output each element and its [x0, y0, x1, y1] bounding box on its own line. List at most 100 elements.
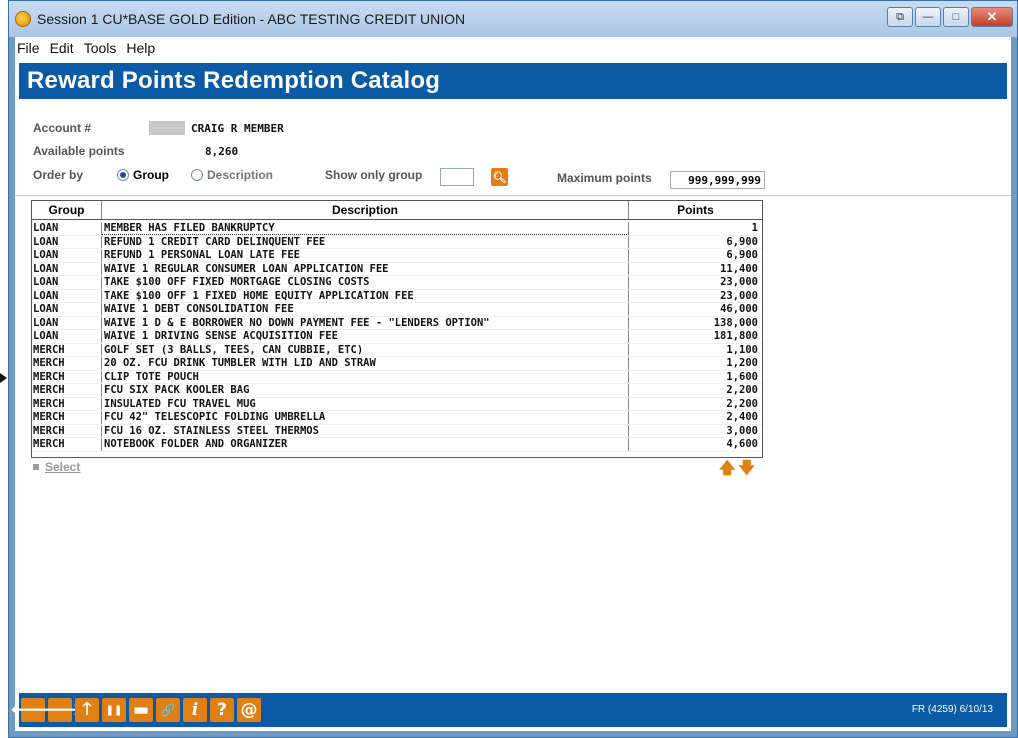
column-header-points[interactable]: Points	[629, 201, 762, 219]
print-icon[interactable]: ▬	[129, 698, 153, 722]
table-body: LOAN MEMBER HAS FILED BANKRUPTCY 1 LOAN REFU…	[32, 222, 762, 452]
table-row[interactable]: LOAN TAKE $100 OFF 1 FIXED HOME EQUITY AP…	[32, 289, 762, 303]
cell-group: LOAN	[32, 330, 102, 343]
table-row[interactable]: MERCH NOTEBOOK FOLDER AND ORGANIZER 4,600	[32, 438, 762, 452]
cell-group: MERCH	[32, 343, 102, 356]
table-row[interactable]: LOAN WAIVE 1 REGULAR CONSUMER LOAN APPLIC…	[32, 262, 762, 276]
cell-description: TAKE $100 OFF 1 FIXED HOME EQUITY APPLIC…	[102, 289, 629, 302]
restore-icon[interactable]: ⧉	[887, 7, 913, 27]
cell-points: 1	[751, 222, 758, 234]
cell-description: GOLF SET (3 BALLS, TEES, CAN CUBBIE, ETC…	[102, 343, 629, 356]
cell-group: LOAN	[32, 276, 102, 289]
cell-group: LOAN	[32, 289, 102, 302]
cell-group: LOAN	[32, 235, 102, 248]
cell-points: 11,400	[720, 262, 758, 275]
cell-group: LOAN	[32, 303, 102, 316]
select-action[interactable]: Select	[33, 460, 80, 474]
forward-icon[interactable]: 🡒	[37, 698, 83, 722]
maximize-button[interactable]: □	[943, 7, 969, 27]
table-row[interactable]: MERCH INSULATED FCU TRAVEL MUG 2,200	[32, 397, 762, 411]
cell-description: WAIVE 1 DRIVING SENSE ACQUISITION FEE	[102, 330, 629, 343]
table-row[interactable]: LOAN TAKE $100 OFF FIXED MORTGAGE CLOSING…	[32, 276, 762, 290]
maximum-points-input[interactable]: 999,999,999	[670, 171, 765, 189]
table-row[interactable]: LOAN WAIVE 1 DRIVING SENSE ACQUISITION FE…	[32, 330, 762, 344]
account-number-field	[149, 121, 185, 135]
column-header-group[interactable]: Group	[32, 201, 102, 219]
available-points-label: Available points	[33, 144, 125, 158]
pause-icon[interactable]: ❚❚	[102, 698, 126, 722]
cell-group: LOAN	[32, 316, 102, 329]
available-points-value: 8,260	[205, 145, 239, 158]
cell-group: MERCH	[32, 411, 102, 424]
table-row[interactable]: LOAN REFUND 1 CREDIT CARD DELINQUENT FEE 6…	[32, 235, 762, 249]
menu-tools[interactable]: Tools	[84, 40, 117, 56]
cell-points: 1,600	[726, 370, 758, 383]
order-group-label: Group	[133, 168, 169, 182]
cell-points: 1,100	[726, 343, 758, 356]
cell-points: 2,200	[726, 397, 758, 410]
radio-unselected-icon	[191, 169, 203, 181]
app-window: Session 1 CU*BASE GOLD Edition - ABC TES…	[8, 0, 1018, 738]
cell-group: MERCH	[32, 357, 102, 370]
scroll-down-icon[interactable]: 🡇	[738, 460, 757, 477]
page-header: Reward Points Redemption Catalog	[19, 63, 1007, 99]
window-controls: ⧉ — □ ✕	[887, 7, 1013, 27]
search-icon[interactable]: 🔍︎	[491, 168, 508, 186]
menu-file[interactable]: File	[17, 40, 40, 56]
maximum-points-label: Maximum points	[557, 171, 652, 185]
help-icon[interactable]: ?	[210, 698, 234, 722]
show-only-group-label: Show only group	[325, 168, 423, 182]
cell-points: 181,800	[713, 330, 758, 342]
table-header: Group Description Points	[32, 201, 762, 220]
table-row[interactable]: MERCH GOLF SET (3 BALLS, TEES, CAN CUBBIE…	[32, 343, 762, 357]
divider	[15, 195, 1011, 196]
close-button[interactable]: ✕	[971, 7, 1013, 27]
table-row[interactable]: MERCH 20 OZ. FCU DRINK TUMBLER WITH LID A…	[32, 357, 762, 371]
pointer-arrow-icon	[0, 373, 7, 383]
cell-group: LOAN	[32, 262, 102, 275]
scroll-up-icon[interactable]: 🡅	[719, 460, 738, 477]
info-icon[interactable]: i	[183, 698, 207, 722]
cell-points: 1,200	[726, 357, 758, 369]
page-title: Reward Points Redemption Catalog	[27, 67, 441, 94]
email-icon[interactable]: @	[237, 698, 261, 722]
show-only-group-input[interactable]	[440, 168, 474, 186]
redemption-catalog-table[interactable]: Group Description Points LOAN MEMBER HAS …	[31, 200, 763, 458]
table-row[interactable]: MERCH FCU 42" TELESCOPIC FOLDING UMBRELLA…	[32, 411, 762, 425]
bottom-toolbar: 🡐 🡒 🡑 ❚❚ ▬ 🔗 i? @ FR (4259) 6/10/13	[10, 693, 1007, 727]
cell-description: REFUND 1 CREDIT CARD DELINQUENT FEE	[102, 235, 629, 248]
table-row[interactable]: LOAN MEMBER HAS FILED BANKRUPTCY 1	[32, 222, 762, 236]
window-title: Session 1 CU*BASE GOLD Edition - ABC TES…	[37, 11, 466, 27]
cell-points: 6,900	[726, 235, 758, 248]
cell-group: MERCH	[32, 438, 102, 451]
select-label: Select	[45, 460, 81, 474]
order-by-description-radio[interactable]: Description	[191, 168, 273, 182]
cell-points: 46,000	[720, 303, 758, 315]
table-row[interactable]: MERCH FCU SIX PACK KOOLER BAG 2,200	[32, 384, 762, 398]
table-row[interactable]: LOAN WAIVE 1 DEBT CONSOLIDATION FEE 46,000	[32, 303, 762, 317]
link-icon[interactable]: 🔗	[156, 698, 180, 722]
cell-group: MERCH	[32, 370, 102, 383]
menu-bar: File Edit Tools Help	[15, 37, 1011, 59]
cell-group: MERCH	[32, 384, 102, 397]
menu-edit[interactable]: Edit	[50, 40, 74, 56]
order-by-group-radio[interactable]: Group	[117, 168, 169, 182]
cell-points: 2,400	[726, 411, 758, 423]
radio-selected-icon	[117, 169, 129, 181]
cell-description: FCU 16 OZ. STAINLESS STEEL THERMOS	[102, 424, 629, 437]
client-area: File Edit Tools Help Reward Points Redem…	[10, 37, 1011, 731]
cell-group: LOAN	[32, 249, 102, 262]
up-icon[interactable]: 🡑	[75, 698, 99, 722]
scroll-arrows: 🡅🡇	[719, 457, 758, 484]
table-row[interactable]: MERCH CLIP TOTE POUCH 1,600	[32, 370, 762, 384]
screen-code: FR (4259) 6/10/13	[911, 704, 993, 715]
toolbar-buttons: 🡐 🡒 🡑 ❚❚ ▬ 🔗 i? @	[10, 698, 264, 722]
menu-help[interactable]: Help	[126, 40, 155, 56]
table-row[interactable]: LOAN WAIVE 1 D & E BORROWER NO DOWN PAYME…	[32, 316, 762, 330]
minimize-button[interactable]: —	[915, 7, 941, 27]
table-row[interactable]: LOAN REFUND 1 PERSONAL LOAN LATE FEE 6,900	[32, 249, 762, 263]
table-row[interactable]: MERCH FCU 16 OZ. STAINLESS STEEL THERMOS 3…	[32, 424, 762, 438]
column-header-description[interactable]: Description	[102, 201, 629, 219]
cell-description: TAKE $100 OFF FIXED MORTGAGE CLOSING COS…	[102, 276, 629, 289]
account-name: CRAIG R MEMBER	[191, 122, 284, 135]
